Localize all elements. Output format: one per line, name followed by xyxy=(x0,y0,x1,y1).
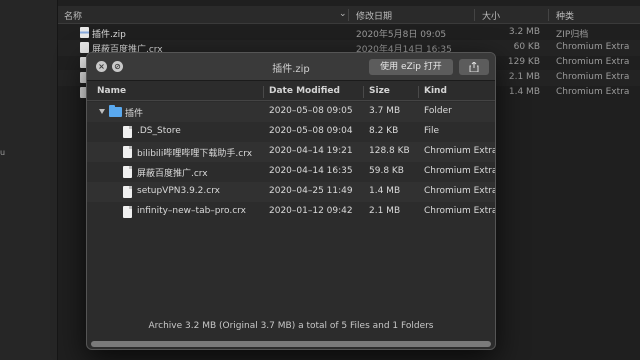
file-row[interactable]: .DS_Store 2020–05–08 09:04 8.2 KB File xyxy=(87,122,495,142)
row-kind: File xyxy=(424,126,440,136)
disclosure-triangle-icon[interactable] xyxy=(99,109,105,114)
file-icon xyxy=(123,186,132,198)
block-icon[interactable]: ⊘ xyxy=(112,61,123,72)
finder-col-size[interactable]: 大小 xyxy=(482,9,500,22)
column-divider[interactable] xyxy=(363,86,364,98)
row-size: 1.4 MB xyxy=(369,186,401,196)
finder-column-header: 名称 ⌄ 修改日期 大小 种类 xyxy=(58,6,640,24)
finder-row[interactable]: 插件.zip 2020年5月8日 09:05 3.2 MB ZIP归档 xyxy=(58,25,640,41)
file-row[interactable]: infinity–new–tab–pro.crx 2020–01–12 09:4… xyxy=(87,202,495,222)
row-date: 2020–05–08 09:04 xyxy=(269,126,353,136)
row-kind: Folder xyxy=(424,106,452,116)
row-date: 2020–04–14 19:21 xyxy=(269,146,353,156)
file-row[interactable]: 屏蔽百度推广.crx 2020–04–14 16:35 59.8 KB Chro… xyxy=(87,162,495,182)
row-date: 2020–04–25 11:49 xyxy=(269,186,353,196)
finder-row-name: 插件.zip xyxy=(92,30,126,40)
finder-col-name[interactable]: 名称 xyxy=(64,9,82,22)
col-date-modified[interactable]: Date Modified xyxy=(269,86,340,96)
column-divider[interactable] xyxy=(418,86,419,98)
col-size[interactable]: Size xyxy=(369,86,390,96)
column-divider[interactable] xyxy=(348,9,349,21)
row-size: 3.7 MB xyxy=(369,106,401,116)
row-kind: Chromium Extra xyxy=(424,146,496,156)
row-name: setupVPN3.9.2.crx xyxy=(137,186,220,196)
horizontal-scrollbar[interactable] xyxy=(91,341,491,347)
col-name[interactable]: Name xyxy=(97,86,126,96)
row-size: 2.1 MB xyxy=(369,206,401,216)
open-with-ezip-button[interactable]: 使用 eZip 打开 xyxy=(369,59,453,75)
file-row[interactable]: setupVPN3.9.2.crx 2020–04–25 11:49 1.4 M… xyxy=(87,182,495,202)
sidebar-text-fragment: u xyxy=(0,148,6,157)
finder-row-kind: ZIP归档 xyxy=(556,30,589,40)
finder-row-kind: Chromium Extra xyxy=(556,72,630,82)
finder-row-size: 3.2 MB xyxy=(508,27,540,37)
col-kind[interactable]: Kind xyxy=(424,86,447,96)
row-name: infinity–new–tab–pro.crx xyxy=(137,206,246,216)
row-name: 插件 xyxy=(125,109,144,119)
row-size: 59.8 KB xyxy=(369,166,404,176)
column-divider[interactable] xyxy=(474,9,475,21)
column-divider[interactable] xyxy=(548,9,549,21)
finder-col-date[interactable]: 修改日期 xyxy=(356,9,392,22)
share-icon xyxy=(469,62,479,72)
row-name: bilibili哔哩哔哩下载助手.crx xyxy=(137,149,253,159)
finder-row-kind: Chromium Extra xyxy=(556,87,630,97)
column-header: Name Date Modified Size Kind xyxy=(87,83,495,101)
file-icon xyxy=(80,42,89,53)
file-icon xyxy=(123,166,132,178)
finder-row-kind: Chromium Extra xyxy=(556,57,630,67)
row-kind: Chromium Extra xyxy=(424,186,496,196)
finder-row-kind: Chromium Extra xyxy=(556,42,630,52)
folder-row[interactable]: 插件 2020–05–08 09:05 3.7 MB Folder xyxy=(87,102,495,122)
zip-icon xyxy=(80,27,89,38)
row-date: 2020–01–12 09:42 xyxy=(269,206,353,216)
finder-row-date: 2020年5月8日 09:05 xyxy=(356,30,447,40)
row-name: .DS_Store xyxy=(137,126,181,136)
row-name: 屏蔽百度推广.crx xyxy=(137,169,208,179)
close-icon[interactable]: × xyxy=(96,61,107,72)
row-date: 2020–05–08 09:05 xyxy=(269,106,353,116)
row-date: 2020–04–14 16:35 xyxy=(269,166,353,176)
folder-icon xyxy=(109,105,122,117)
finder-row-size: 60 KB xyxy=(513,42,540,52)
finder-col-kind[interactable]: 种类 xyxy=(556,9,574,22)
sort-chevron-icon[interactable]: ⌄ xyxy=(339,9,347,19)
row-size: 128.8 KB xyxy=(369,146,410,156)
file-row[interactable]: bilibili哔哩哔哩下载助手.crx 2020–04–14 19:21 12… xyxy=(87,142,495,162)
share-button[interactable] xyxy=(459,59,489,75)
file-icon xyxy=(123,126,132,138)
file-icon xyxy=(123,206,132,218)
row-size: 8.2 KB xyxy=(369,126,399,136)
archive-status-text: Archive 3.2 MB (Original 3.7 MB) a total… xyxy=(148,321,434,331)
finder-sidebar: u xyxy=(0,0,58,360)
row-kind: Chromium Extra xyxy=(424,166,496,176)
file-icon xyxy=(123,146,132,158)
column-divider[interactable] xyxy=(263,86,264,98)
row-kind: Chromium Extra xyxy=(424,206,496,216)
titlebar[interactable]: × ⊘ 插件.zip 使用 eZip 打开 xyxy=(87,53,495,81)
ezip-window: × ⊘ 插件.zip 使用 eZip 打开 Name Date Modified… xyxy=(86,52,496,350)
